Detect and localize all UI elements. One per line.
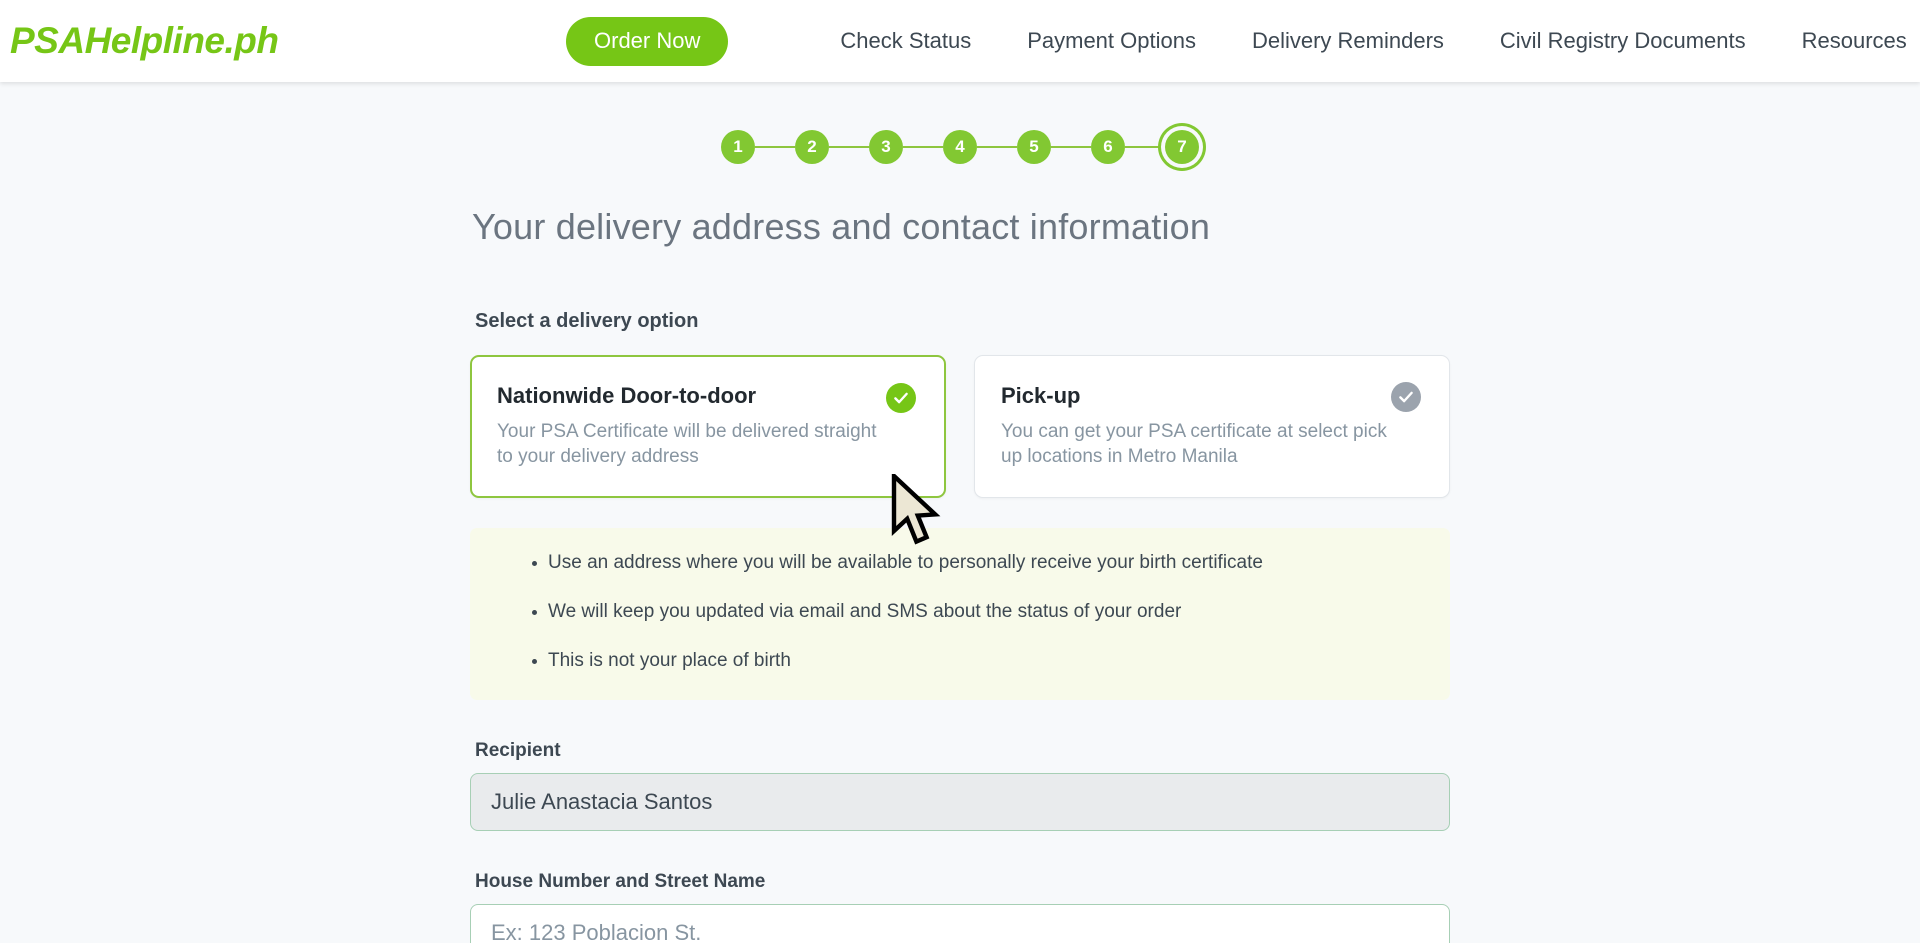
step-connector — [903, 146, 943, 148]
nav-link-resources[interactable]: Resources — [1802, 22, 1907, 60]
main-navigation: Order Now Check Status Payment Options D… — [566, 0, 1907, 82]
option-description: Your PSA Certificate will be delivered s… — [497, 421, 877, 468]
step-1[interactable]: 1 — [721, 130, 755, 164]
list-item: We will keep you updated via email and S… — [532, 600, 1410, 625]
field-label: House Number and Street Name — [475, 871, 766, 893]
step-6[interactable]: 6 — [1091, 130, 1125, 164]
option-title: Pick-up — [1001, 383, 1081, 408]
step-connector — [755, 146, 795, 148]
progress-stepper: 1 2 3 4 5 6 7 — [470, 112, 1450, 182]
step-connector — [829, 146, 869, 148]
list-item: This is not your place of birth — [532, 649, 1410, 674]
nav-link-check-status[interactable]: Check Status — [840, 22, 971, 60]
house-number-street-input[interactable] — [470, 904, 1450, 943]
step-3[interactable]: 3 — [869, 130, 903, 164]
step-5[interactable]: 5 — [1017, 130, 1051, 164]
step-7-active[interactable]: 7 — [1165, 130, 1199, 164]
nav-order-now-button[interactable]: Order Now — [566, 16, 729, 66]
step-4[interactable]: 4 — [943, 130, 977, 164]
delivery-option-nationwide-door-to-door[interactable]: Nationwide Door-to-door Your PSA Certifi… — [470, 355, 946, 499]
recipient-input[interactable] — [470, 773, 1450, 832]
nav-link-civil-registry-documents[interactable]: Civil Registry Documents — [1500, 22, 1746, 60]
step-connector — [977, 146, 1017, 148]
nav-link-delivery-reminders[interactable]: Delivery Reminders — [1252, 22, 1444, 60]
delivery-options-group: Nationwide Door-to-door Your PSA Certifi… — [470, 355, 1450, 499]
delivery-notes-box: Use an address where you will be availab… — [470, 528, 1450, 701]
option-title: Nationwide Door-to-door — [497, 383, 757, 408]
check-circle-icon[interactable] — [886, 383, 916, 413]
delivery-option-pick-up[interactable]: Pick-up You can get your PSA certificate… — [974, 355, 1450, 499]
step-connector — [1051, 146, 1091, 148]
site-header: PSAHelpline.ph Order Now Check Status Pa… — [0, 0, 1920, 82]
page-title: Your delivery address and contact inform… — [472, 206, 1211, 247]
list-item: Use an address where you will be availab… — [532, 551, 1410, 576]
site-logo[interactable]: PSAHelpline.ph — [10, 20, 279, 62]
field-recipient: Recipient — [470, 740, 1450, 832]
option-description: You can get your PSA certificate at sele… — [1001, 421, 1387, 468]
delivery-notes-list: Use an address where you will be availab… — [510, 551, 1410, 673]
content-column: 1 2 3 4 5 6 7 Your delivery address and … — [470, 82, 1450, 943]
field-label: Recipient — [475, 740, 561, 762]
step-connector — [1125, 146, 1165, 148]
field-house-number-and-street-name: House Number and Street Name — [470, 871, 1450, 943]
step-2[interactable]: 2 — [795, 130, 829, 164]
nav-link-payment-options[interactable]: Payment Options — [1027, 22, 1196, 60]
check-circle-icon[interactable] — [1391, 382, 1421, 412]
page-body: 1 2 3 4 5 6 7 Your delivery address and … — [0, 82, 1920, 943]
delivery-option-label: Select a delivery option — [475, 310, 699, 332]
